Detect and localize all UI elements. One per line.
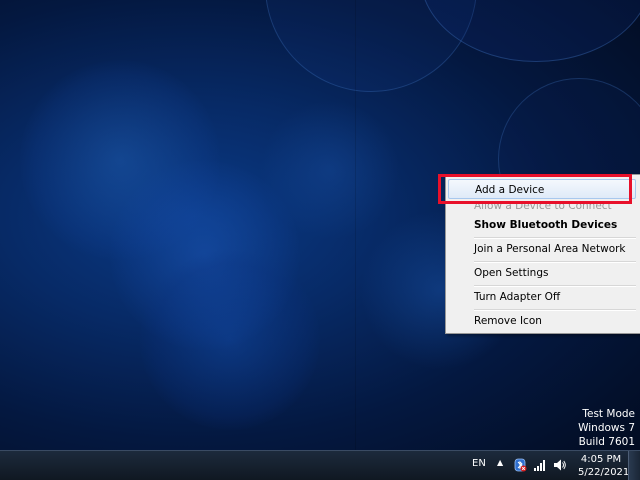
menu-item-open-settings[interactable]: Open Settings <box>448 263 636 283</box>
wallpaper-ring <box>265 0 477 92</box>
taskbar: EN ▲ 4:05 PM 5/22/2021 <box>0 450 640 480</box>
wallpaper-line <box>355 0 356 450</box>
bluetooth-icon[interactable] <box>513 457 527 473</box>
wallpaper-bokeh <box>110 160 300 350</box>
menu-item-join-pan[interactable]: Join a Personal Area Network <box>448 239 636 259</box>
watermark-line: Test Mode <box>582 408 635 420</box>
show-hidden-icons-arrow[interactable]: ▲ <box>497 458 503 467</box>
clock-time: 4:05 PM <box>580 454 622 465</box>
clock-date: 5/22/2021 <box>578 467 630 478</box>
show-desktop-button[interactable] <box>628 451 640 480</box>
wallpaper-bokeh <box>140 250 320 430</box>
watermark-line: Windows 7 <box>578 422 635 434</box>
wallpaper-bokeh <box>20 60 220 260</box>
wallpaper-bokeh <box>260 100 400 240</box>
menu-item-show-bluetooth-devices[interactable]: Show Bluetooth Devices <box>448 215 636 235</box>
test-mode-watermark: Test Mode Windows 7 Build 7601 <box>578 407 635 449</box>
network-signal-icon[interactable] <box>533 458 547 472</box>
wallpaper-ring <box>420 0 640 62</box>
menu-item-remove-icon[interactable]: Remove Icon <box>448 311 636 331</box>
desktop[interactable]: Add a Device Allow a Device to Connect S… <box>0 0 640 480</box>
language-indicator[interactable]: EN <box>472 458 486 469</box>
volume-icon[interactable] <box>553 458 567 472</box>
system-clock[interactable]: 4:05 PM 5/22/2021 <box>578 453 630 479</box>
red-highlight-annotation <box>438 174 632 204</box>
watermark-line: Build 7601 <box>578 436 635 448</box>
menu-item-turn-adapter-off[interactable]: Turn Adapter Off <box>448 287 636 307</box>
